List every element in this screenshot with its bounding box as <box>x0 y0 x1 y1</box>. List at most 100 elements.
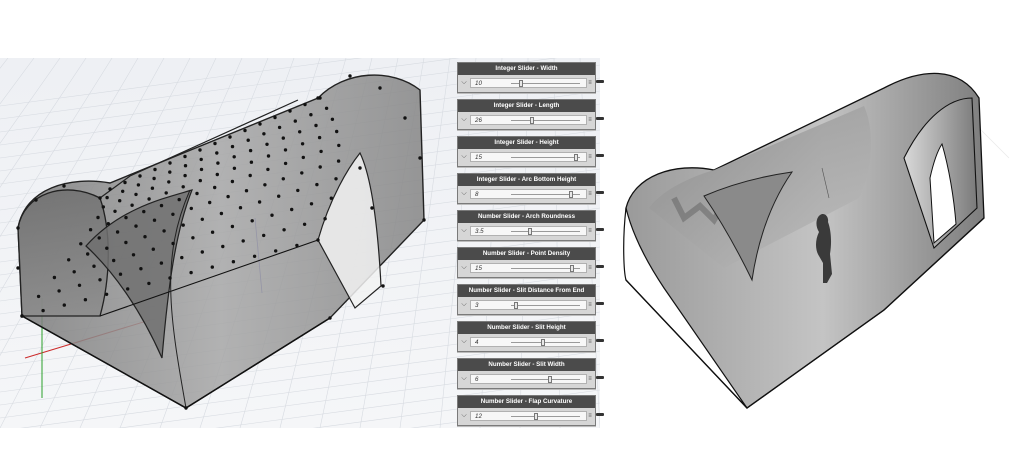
slider-component[interactable]: Number Slider - Arch Roundness ⌵ 3.5 ≡ <box>457 210 604 241</box>
chevron-down-icon[interactable]: ⌵ <box>460 115 468 125</box>
slider-track[interactable]: 10 <box>470 78 587 88</box>
slider-track[interactable]: 4 <box>470 337 587 347</box>
slider-title: Number Slider - Slit Distance From End <box>458 285 595 297</box>
control-point <box>36 294 41 299</box>
slider-grip-icon[interactable]: ≡ <box>587 263 593 273</box>
slider-grip-icon[interactable]: ≡ <box>587 374 593 384</box>
control-point <box>77 283 82 287</box>
output-grip[interactable] <box>596 154 604 157</box>
control-point <box>328 316 332 320</box>
control-point <box>277 125 282 130</box>
rendered-viewport-right[interactable] <box>604 58 1024 428</box>
control-point <box>152 176 156 181</box>
output-grip[interactable] <box>596 339 604 342</box>
control-point <box>83 298 88 302</box>
slider-track[interactable]: 26 <box>470 115 587 125</box>
slider-track[interactable]: 3 <box>470 300 587 310</box>
slider-handle[interactable] <box>534 413 539 420</box>
slider-grip-icon[interactable]: ≡ <box>587 411 593 421</box>
slider-grip-icon[interactable]: ≡ <box>587 78 593 88</box>
slider-component[interactable]: Integer Slider - Height ⌵ 15 ≡ <box>457 136 604 167</box>
control-point <box>250 219 254 223</box>
control-point <box>162 229 166 233</box>
chevron-down-icon[interactable]: ⌵ <box>460 263 468 273</box>
control-point <box>16 266 20 270</box>
control-point <box>302 222 307 226</box>
control-point <box>230 179 235 184</box>
slider-handle[interactable] <box>529 117 534 124</box>
slider-title: Integer Slider - Arc Bottom Height <box>458 174 595 186</box>
control-point <box>273 115 277 120</box>
control-point <box>230 144 235 149</box>
output-grip[interactable] <box>596 265 604 268</box>
output-grip[interactable] <box>596 80 604 83</box>
output-grip[interactable] <box>596 413 604 416</box>
slider-handle[interactable] <box>527 228 532 235</box>
output-grip[interactable] <box>596 191 604 194</box>
control-point <box>143 235 147 239</box>
control-point <box>118 199 122 203</box>
slider-track[interactable]: 15 <box>470 152 587 162</box>
output-grip[interactable] <box>596 376 604 379</box>
slider-handle[interactable] <box>568 191 573 198</box>
slider-track[interactable]: 8 <box>470 189 587 199</box>
slider-grip-icon[interactable]: ≡ <box>587 152 593 162</box>
chevron-down-icon[interactable]: ⌵ <box>460 300 468 310</box>
control-point <box>177 197 181 202</box>
output-grip[interactable] <box>596 117 604 120</box>
slider-track[interactable]: 15 <box>470 263 587 273</box>
slider-body: ⌵ 10 ≡ <box>458 75 595 92</box>
control-point <box>105 195 109 200</box>
slider-grip-icon[interactable]: ≡ <box>587 300 593 310</box>
output-grip[interactable] <box>596 302 604 305</box>
slider-component[interactable]: Number Slider - Flap Curvature ⌵ 12 ≡ <box>457 395 604 426</box>
control-point <box>181 185 185 189</box>
slider-value: 6 <box>475 376 479 383</box>
chevron-down-icon[interactable]: ⌵ <box>460 374 468 384</box>
chevron-down-icon[interactable]: ⌵ <box>460 411 468 421</box>
slider-handle[interactable] <box>541 339 546 346</box>
slider-handle[interactable] <box>519 80 524 87</box>
slider-grip-icon[interactable]: ≡ <box>587 337 593 347</box>
slider-grip-icon[interactable]: ≡ <box>587 115 593 125</box>
slider-handle[interactable] <box>547 376 552 383</box>
slider-handle[interactable] <box>573 154 578 161</box>
slider-component[interactable]: Integer Slider - Arc Bottom Height ⌵ 8 ≡ <box>457 173 604 204</box>
slider-value: 8 <box>475 191 479 198</box>
control-point <box>262 233 266 238</box>
chevron-down-icon[interactable]: ⌵ <box>460 152 468 162</box>
slider-component[interactable]: Number Slider - Slit Width ⌵ 6 ≡ <box>457 358 604 389</box>
slider-title: Number Slider - Slit Height <box>458 322 595 334</box>
output-grip[interactable] <box>596 228 604 231</box>
slider-component[interactable]: Integer Slider - Width ⌵ 10 ≡ <box>457 62 604 93</box>
control-point <box>183 164 188 168</box>
slider-track[interactable]: 3.5 <box>470 226 587 236</box>
slider-track[interactable]: 6 <box>470 374 587 384</box>
slider-handle[interactable] <box>569 265 574 272</box>
slider-handle[interactable] <box>514 302 519 309</box>
slider-component[interactable]: Number Slider - Slit Height ⌵ 4 ≡ <box>457 321 604 352</box>
slider-component[interactable]: Integer Slider - Length ⌵ 26 ≡ <box>457 99 604 130</box>
control-point <box>104 292 109 296</box>
control-point <box>314 123 318 128</box>
slider-grip-icon[interactable]: ≡ <box>587 189 593 199</box>
chevron-down-icon[interactable]: ⌵ <box>460 337 468 347</box>
slider-component[interactable]: Number Slider - Point Density ⌵ 15 ≡ <box>457 247 604 278</box>
chevron-down-icon[interactable]: ⌵ <box>460 226 468 236</box>
slider-component[interactable]: Number Slider - Slit Distance From End ⌵ 3… <box>457 284 604 315</box>
control-point <box>300 171 304 175</box>
slider-value: 15 <box>475 265 482 272</box>
chevron-down-icon[interactable]: ⌵ <box>460 189 468 199</box>
control-point <box>309 113 313 117</box>
slider-track[interactable]: 12 <box>470 411 587 421</box>
control-point <box>113 209 117 213</box>
control-point <box>319 149 323 154</box>
slider-body: ⌵ 15 ≡ <box>458 149 595 166</box>
chevron-down-icon[interactable]: ⌵ <box>460 78 468 88</box>
control-point <box>216 161 220 165</box>
control-point <box>252 254 257 258</box>
slider-grip-icon[interactable]: ≡ <box>587 226 593 236</box>
control-point <box>92 264 96 268</box>
control-point <box>96 215 100 220</box>
control-point <box>101 205 106 209</box>
